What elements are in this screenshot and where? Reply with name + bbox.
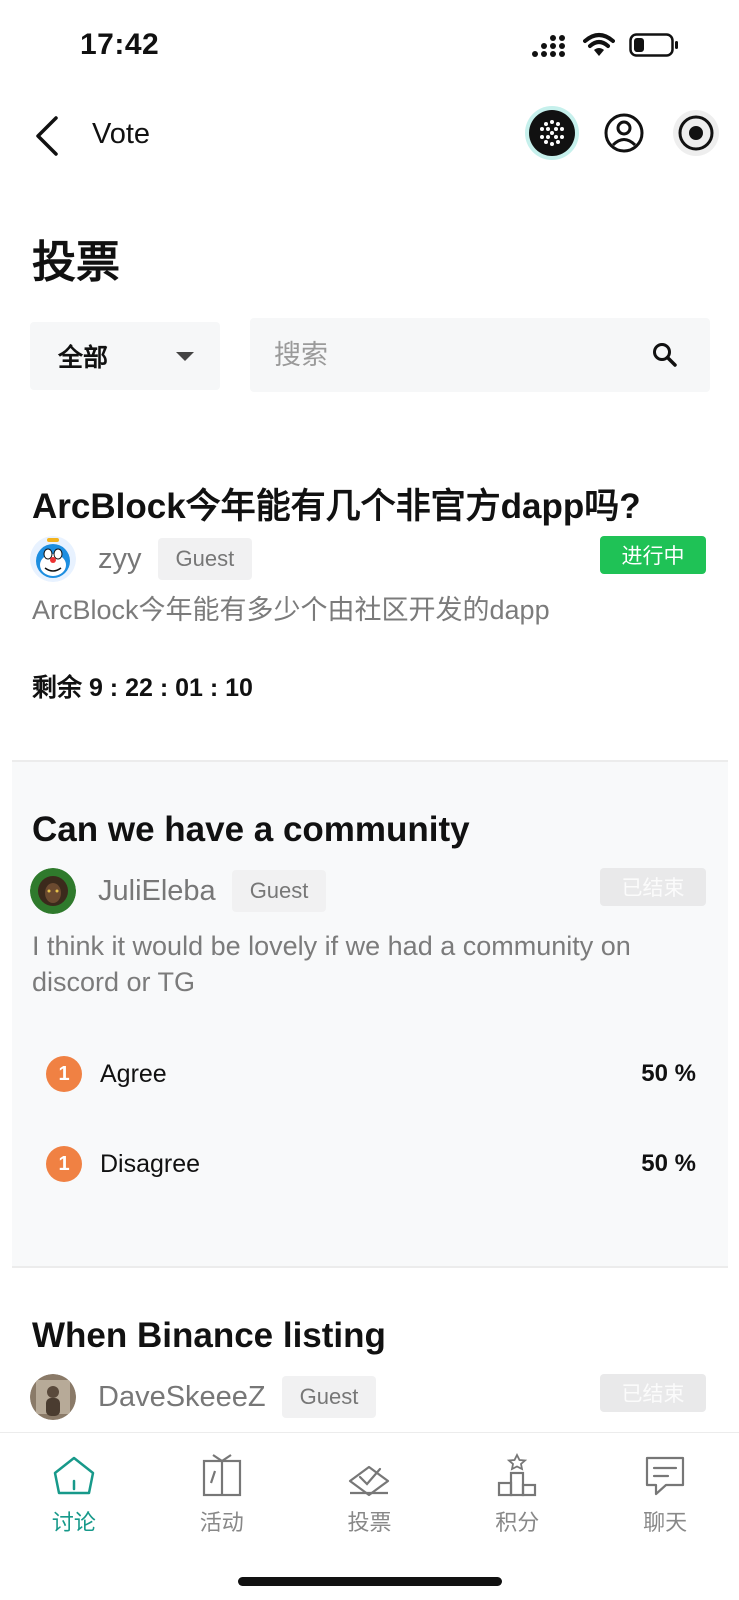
podium-icon xyxy=(498,1453,537,1497)
record-icon xyxy=(678,115,714,151)
nav-bar: Vote xyxy=(0,96,739,176)
tab-points[interactable]: 积分 xyxy=(443,1433,591,1550)
tab-vote[interactable]: 投票 xyxy=(296,1433,444,1550)
tab-label: 讨论 xyxy=(51,1510,96,1535)
author-row: DaveSkeeeZ Guest xyxy=(30,1372,377,1422)
home-icon xyxy=(53,1456,95,1495)
category-select-value: 全部 xyxy=(58,344,109,372)
status-badge: 已结束 xyxy=(600,868,706,906)
wifi-icon xyxy=(583,33,615,56)
poll-description: I think it would be lovely if we had a c… xyxy=(32,931,631,997)
poll-countdown: 剩余 9 : 22 : 01 : 10 xyxy=(32,674,253,702)
role-badge: Guest xyxy=(157,538,253,580)
author-name[interactable]: DaveSkeeeZ xyxy=(98,1381,266,1414)
record-button[interactable] xyxy=(673,110,719,156)
tab-activity[interactable]: 活动 xyxy=(148,1433,296,1550)
poll-title: ArcBlock今年能有几个非官方dapp吗? xyxy=(32,487,641,526)
nav-actions xyxy=(529,110,719,156)
photo-avatar-icon xyxy=(30,1374,76,1420)
option-rank-badge: 1 xyxy=(46,1146,82,1182)
page-title: 投票 xyxy=(32,238,120,287)
tab-label: 聊天 xyxy=(643,1510,688,1535)
profile-button[interactable] xyxy=(601,110,647,156)
cat-avatar-icon xyxy=(30,536,76,582)
user-icon xyxy=(604,113,644,153)
tab-label: 积分 xyxy=(495,1510,540,1535)
divider xyxy=(12,1266,728,1268)
gift-icon xyxy=(202,1454,241,1497)
nav-title: Vote xyxy=(92,118,151,150)
role-badge: Guest xyxy=(231,870,327,912)
status-time: 17:42 xyxy=(80,28,160,61)
avatar[interactable] xyxy=(30,536,76,582)
author-row: JuliEleba Guest xyxy=(30,866,327,916)
status-badge: 已结束 xyxy=(600,1374,706,1412)
status-icons xyxy=(531,32,679,58)
option-label: Disagree xyxy=(100,1149,201,1178)
option-percent: 50 % xyxy=(641,1150,696,1177)
tab-label: 投票 xyxy=(347,1510,392,1535)
category-select[interactable]: 全部 xyxy=(30,322,220,390)
signal-icon xyxy=(532,35,565,57)
back-icon[interactable] xyxy=(32,114,62,158)
poll-description: ArcBlock今年能有多少个由社区开发的dapp xyxy=(32,595,550,625)
chevron-down-icon xyxy=(176,352,194,361)
poll-card[interactable]: ArcBlock今年能有几个非官方dapp吗? zyy Guest 进行中 Ar… xyxy=(12,462,728,752)
portrait-avatar-icon xyxy=(30,868,76,914)
poll-option[interactable]: 1 Agree 50 % xyxy=(46,1054,696,1094)
search-icon[interactable] xyxy=(652,342,678,368)
status-bar: 17:42 xyxy=(0,0,739,96)
option-label: Agree xyxy=(100,1059,167,1088)
tab-label: 活动 xyxy=(199,1510,244,1535)
tab-discussion[interactable]: 讨论 xyxy=(0,1433,148,1550)
avatar[interactable] xyxy=(30,1374,76,1420)
role-badge: Guest xyxy=(281,1376,377,1418)
poll-title: When Binance listing xyxy=(32,1316,386,1355)
vote-icon xyxy=(349,1465,390,1497)
search-box xyxy=(250,318,710,392)
poll-option[interactable]: 1 Disagree 50 % xyxy=(46,1144,696,1184)
option-rank-badge: 1 xyxy=(46,1056,82,1092)
poll-card[interactable]: Can we have a community JuliEleba Guest … xyxy=(12,762,728,1268)
avatar[interactable] xyxy=(30,868,76,914)
battery-icon xyxy=(629,33,678,57)
dot-pattern-icon xyxy=(540,120,564,146)
author-name[interactable]: JuliEleba xyxy=(98,875,216,908)
author-name[interactable]: zyy xyxy=(98,543,142,576)
poll-card[interactable]: When Binance listing DaveSkeeeZ Guest 已结… xyxy=(12,1270,728,1432)
option-percent: 50 % xyxy=(641,1060,696,1087)
chat-icon xyxy=(645,1456,685,1496)
search-input[interactable] xyxy=(274,318,634,392)
home-indicator[interactable] xyxy=(238,1577,502,1586)
bottom-tab-bar: 讨论 活动 投票 积分 聊天 xyxy=(0,1432,739,1550)
poll-title: Can we have a community xyxy=(32,810,470,849)
status-badge: 进行中 xyxy=(600,536,706,574)
tab-chat[interactable]: 聊天 xyxy=(591,1433,739,1550)
wallet-avatar-button[interactable] xyxy=(529,110,575,156)
author-row: zyy Guest xyxy=(30,534,253,584)
